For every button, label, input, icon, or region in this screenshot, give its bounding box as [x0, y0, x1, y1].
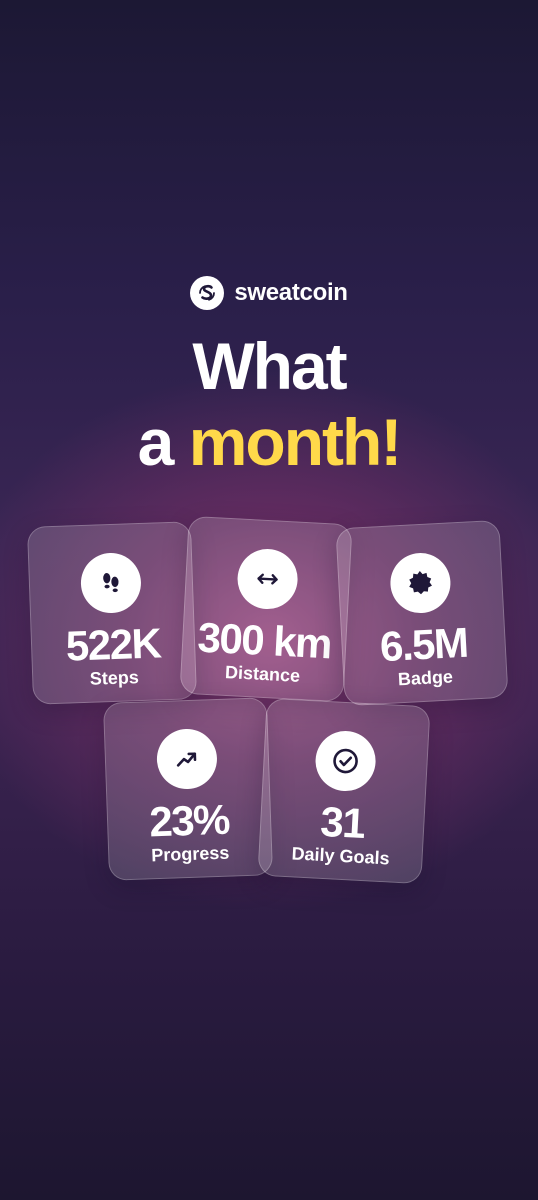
double-arrow-icon	[236, 547, 300, 611]
stat-card-steps: 522K Steps	[26, 521, 198, 705]
stat-card-progress: 23% Progress	[102, 697, 274, 881]
footprints-icon	[79, 551, 142, 615]
headline-accent: month!	[188, 405, 403, 479]
brand-name: sweatcoin	[234, 279, 348, 306]
sweatcoin-logo-icon	[190, 276, 225, 310]
trending-up-icon	[155, 727, 218, 791]
headline: What a month!	[0, 328, 538, 480]
progress-value: 23%	[148, 795, 230, 846]
steps-label: Steps	[89, 667, 140, 689]
stat-card-daily-goals: 31 Daily Goals	[257, 697, 431, 885]
headline-line-1: What	[192, 329, 347, 403]
badge-icon	[388, 551, 452, 615]
headline-prefix: a	[137, 405, 189, 479]
brand-header: sweatcoin	[0, 276, 538, 310]
progress-label: Progress	[150, 842, 230, 866]
stat-card-badge: 6.5M Badge	[335, 519, 509, 707]
headline-line-2: a month!	[0, 404, 538, 480]
steps-value: 522K	[65, 619, 162, 670]
check-circle-icon	[314, 729, 378, 793]
stat-card-distance: 300 km Distance	[179, 515, 353, 703]
